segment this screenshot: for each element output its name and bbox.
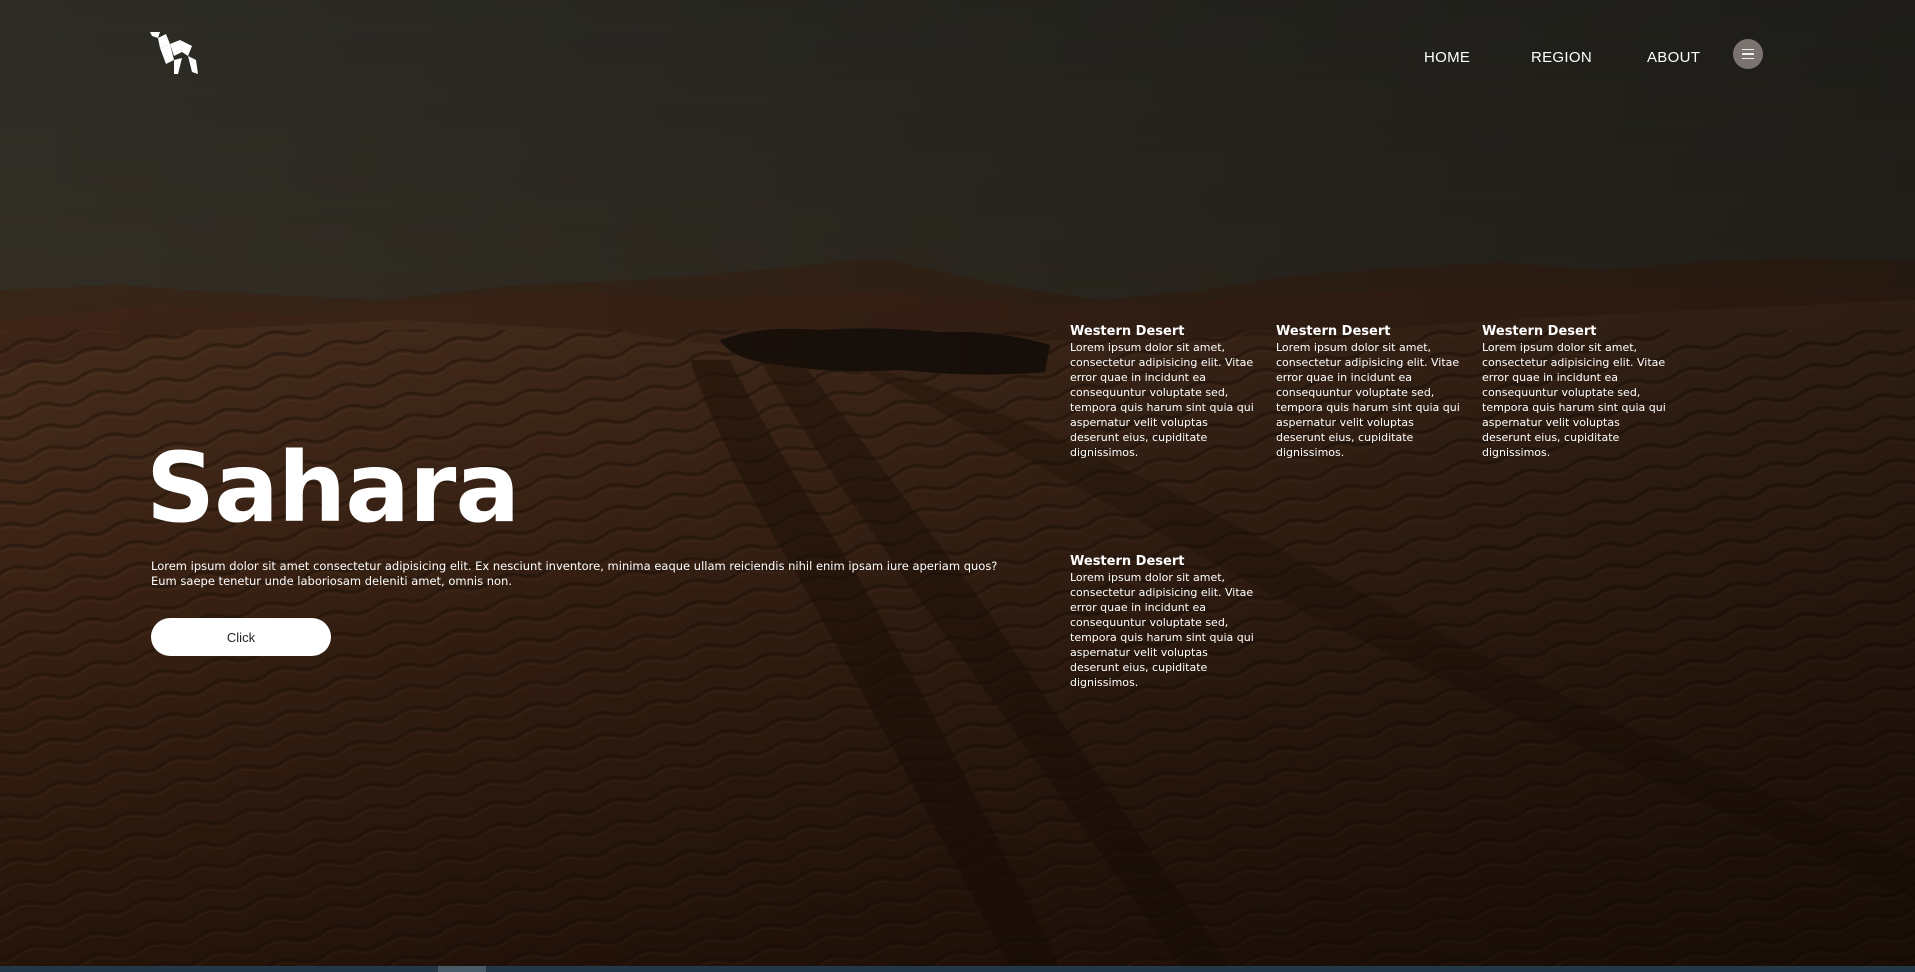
region-card: Western Desert Lorem ipsum dolor sit ame… bbox=[1070, 554, 1255, 690]
hero-description: Lorem ipsum dolor sit amet consectetur a… bbox=[151, 559, 998, 588]
region-card-text: Lorem ipsum dolor sit amet, consectetur … bbox=[1070, 341, 1254, 459]
region-card: Western Desert Lorem ipsum dolor sit ame… bbox=[1276, 324, 1461, 460]
camel-logo-icon[interactable] bbox=[148, 30, 204, 78]
hamburger-icon bbox=[1742, 48, 1754, 60]
nav-about-link[interactable]: ABOUT bbox=[1647, 49, 1700, 66]
region-card-text: Lorem ipsum dolor sit amet, consectetur … bbox=[1070, 571, 1254, 689]
region-card-title: Western Desert bbox=[1482, 324, 1597, 339]
region-card: Western Desert Lorem ipsum dolor sit ame… bbox=[1482, 324, 1667, 460]
scrollbar-thumb[interactable] bbox=[438, 966, 486, 972]
region-card-title: Western Desert bbox=[1276, 324, 1391, 339]
hero-title: Sahara bbox=[146, 432, 520, 544]
region-card: Western Desert Lorem ipsum dolor sit ame… bbox=[1070, 324, 1255, 460]
region-card-title: Western Desert bbox=[1070, 324, 1185, 339]
click-button[interactable]: Click bbox=[151, 618, 331, 656]
nav-home-link[interactable]: HOME bbox=[1424, 49, 1470, 66]
nav-region-link[interactable]: REGION bbox=[1531, 49, 1592, 66]
region-card-text: Lorem ipsum dolor sit amet, consectetur … bbox=[1276, 341, 1460, 459]
horizontal-scrollbar[interactable] bbox=[0, 966, 1915, 972]
hamburger-menu-button[interactable] bbox=[1733, 39, 1763, 69]
region-card-text: Lorem ipsum dolor sit amet, consectetur … bbox=[1482, 341, 1666, 459]
region-card-title: Western Desert bbox=[1070, 554, 1185, 569]
